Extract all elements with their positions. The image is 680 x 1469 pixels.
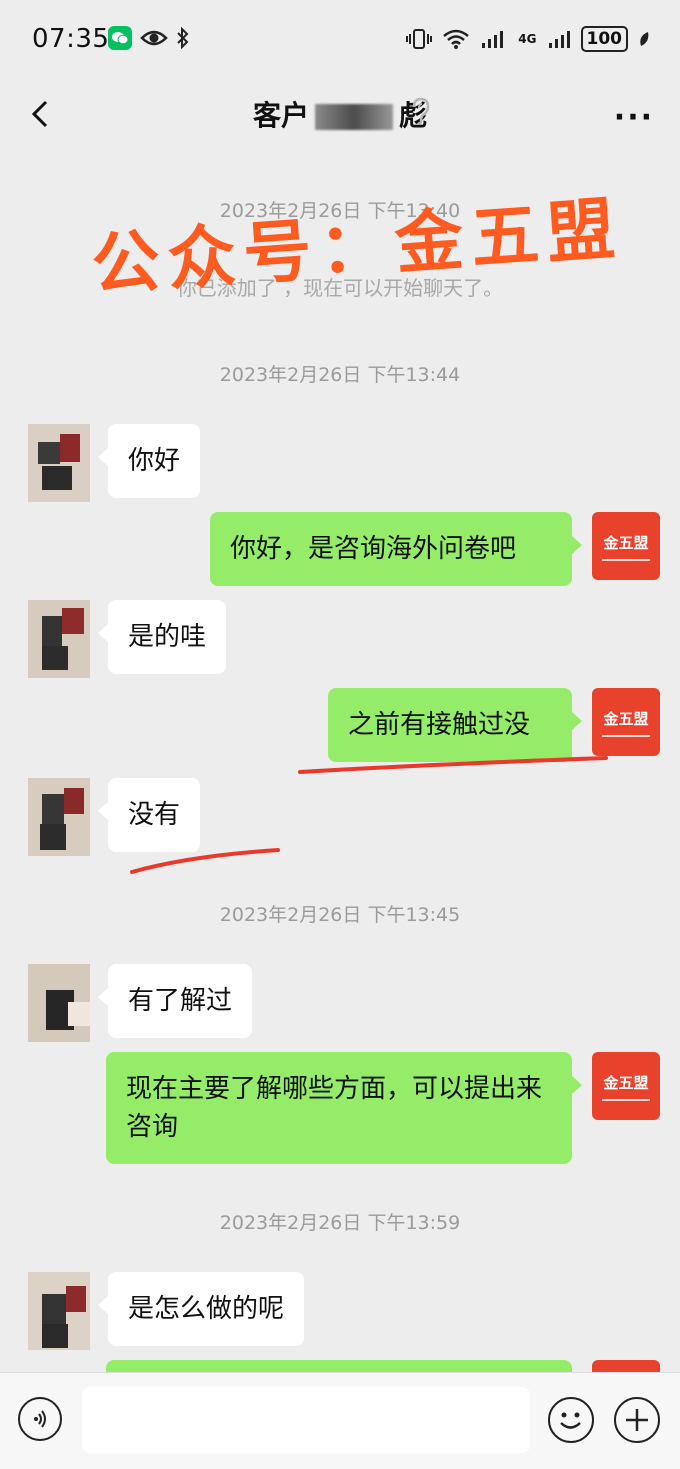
earpiece-mode-icon [410,96,432,130]
brand-avatar[interactable]: 金五盟 [592,512,660,580]
bluetooth-icon [177,27,189,49]
message-bubble-incoming[interactable]: 是怎么做的呢 [97,1272,305,1346]
network-type-label: 4G [518,32,537,46]
chat-title-prefix: 客户 [252,99,309,132]
contact-avatar[interactable] [28,778,90,856]
brand-avatar-label: 金五盟 [603,1073,649,1092]
vibrate-icon [406,29,433,49]
contact-avatar[interactable] [28,600,90,678]
message-bubble-incoming[interactable]: 你好 [97,424,201,498]
voice-input-button[interactable] [18,1397,62,1441]
message-bubble-incoming[interactable]: 没有 [97,778,201,852]
brand-avatar-label: 金五盟 [603,533,649,552]
emoji-button[interactable] [548,1397,594,1443]
brand-avatar-label: 金五盟 [603,709,649,728]
message-bubble-outgoing[interactable]: 你好，是咨询海外问卷吧 [210,512,582,586]
battery-indicator: 100 [580,26,628,52]
message-bubble-outgoing[interactable]: 之前有接触过没 [328,688,582,762]
contact-avatar[interactable] [28,424,90,502]
status-bar: 07:35 4G 100 [0,0,680,78]
chat-title: 客户彪 [0,94,680,134]
leaf-icon [640,32,649,46]
voice-icon [34,1410,46,1428]
input-bar [0,1372,680,1469]
message-input[interactable] [82,1387,530,1453]
message-bubble-outgoing[interactable]: 现在主要了解哪些方面，可以提出来咨询 [106,1052,582,1164]
underline-annotation [298,756,608,774]
underline-annotation [130,848,280,874]
message-bubble-incoming[interactable]: 是的哇 [97,600,227,674]
status-time: 07:35 [32,24,110,54]
contact-avatar[interactable] [28,1272,90,1350]
brand-avatar[interactable]: 金五盟 [592,688,660,756]
smiley-icon [560,1412,581,1429]
signal-icon [482,31,504,48]
more-options-button[interactable]: ··· [614,100,654,135]
wifi-icon [443,29,470,49]
message-bubble-outgoing-partial [106,1360,582,1402]
redacted-name [315,104,393,130]
message-timestamp: 2023年2月26日 下午13:59 [219,1212,461,1234]
message-timestamp: 2023年2月26日 下午13:45 [219,904,461,926]
plus-icon [626,1409,648,1431]
contact-avatar[interactable] [28,964,90,1042]
brand-avatar-partial [592,1360,660,1372]
brand-avatar[interactable]: 金五盟 [592,1052,660,1120]
chat-header: 客户彪 ··· [0,78,680,150]
signal-icon-2 [548,31,570,48]
message-timestamp: 2023年2月26日 下午13:44 [219,364,461,386]
wechat-notification-icon [108,26,132,50]
more-functions-button[interactable] [614,1397,660,1443]
eye-icon [140,30,168,46]
message-bubble-incoming[interactable]: 有了解过 [97,964,253,1038]
